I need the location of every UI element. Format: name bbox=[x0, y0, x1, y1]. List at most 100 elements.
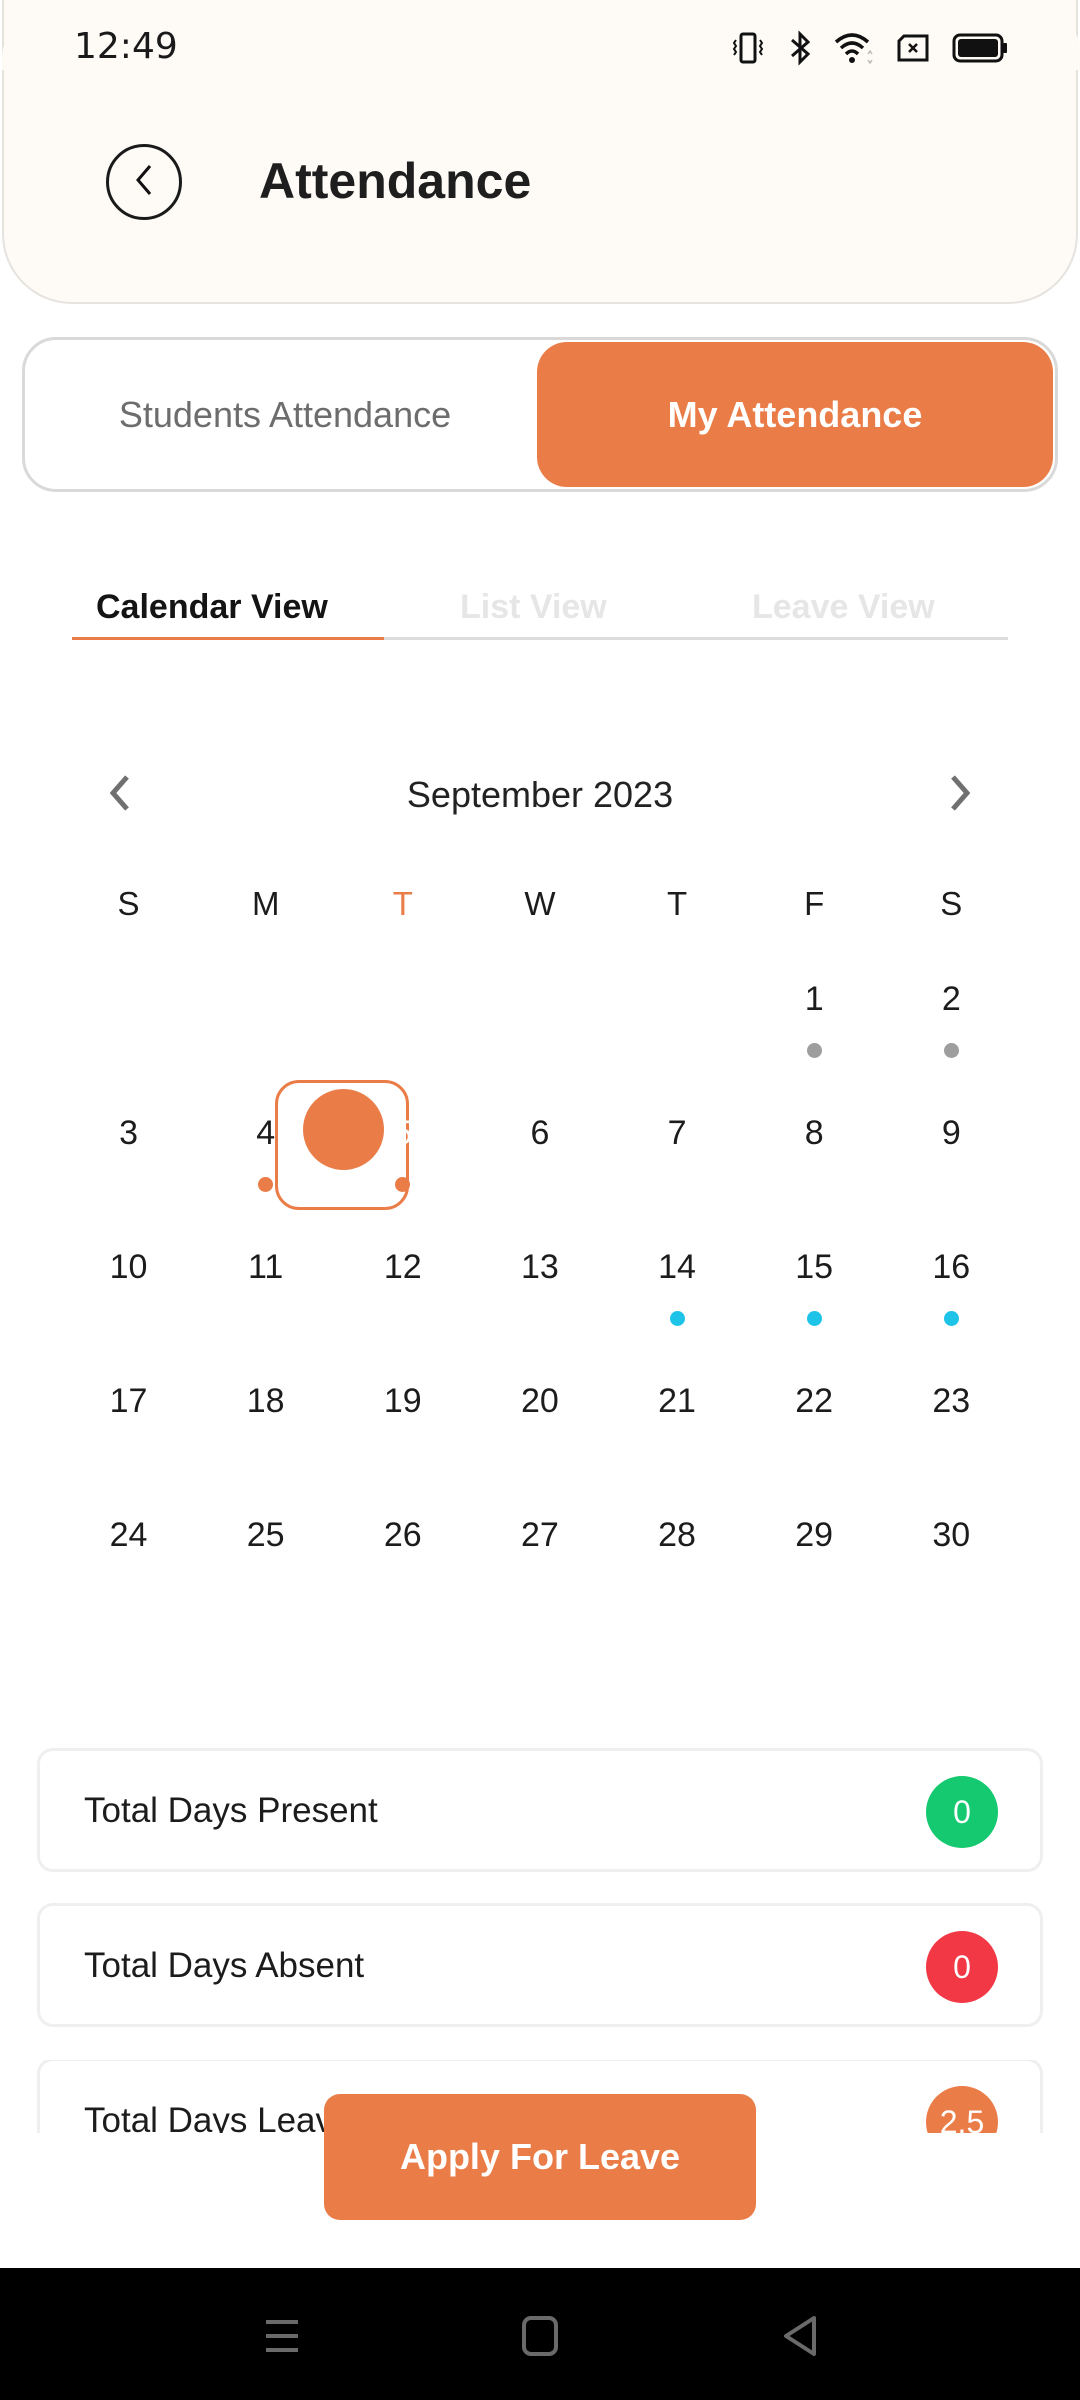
calendar-day[interactable]: 16 bbox=[883, 1228, 1020, 1362]
weekday-label: F bbox=[804, 885, 825, 922]
tab-leave-view[interactable]: Leave View bbox=[752, 588, 935, 627]
view-tabs: Calendar View List View Leave View bbox=[72, 580, 1008, 640]
calendar-day[interactable]: 14 bbox=[609, 1228, 746, 1362]
attendance-status-dot bbox=[806, 1311, 822, 1326]
back-button[interactable] bbox=[106, 144, 182, 220]
month-label: September 2023 bbox=[406, 774, 674, 815]
day-number: 4 bbox=[256, 1114, 276, 1152]
calendar-day[interactable]: 6 bbox=[471, 1094, 608, 1228]
attendance-status-dot bbox=[395, 1177, 411, 1192]
calendar-day[interactable]: 3 bbox=[60, 1094, 197, 1228]
status-time: 12:49 bbox=[74, 26, 178, 67]
calendar-day[interactable]: 30 bbox=[883, 1496, 1020, 1630]
attendance-type-toggle: Students Attendance My Attendance bbox=[22, 337, 1058, 492]
calendar-week-row: 24 25 26 27 28 29 30 bbox=[60, 1496, 1020, 1630]
home-icon bbox=[520, 2314, 560, 2363]
calendar-day[interactable]: 10 bbox=[60, 1228, 197, 1362]
system-nav-bar bbox=[0, 2268, 1080, 2400]
students-attendance-tab[interactable]: Students Attendance bbox=[25, 340, 545, 489]
stat-card-present: Total Days Present 0 bbox=[37, 1748, 1043, 1872]
calendar-day[interactable]: 11 bbox=[197, 1228, 334, 1362]
day-number: 18 bbox=[246, 1382, 285, 1420]
weekday-header: SMTWTFS bbox=[60, 885, 1020, 923]
day-number: 22 bbox=[795, 1382, 834, 1420]
apply-for-leave-button[interactable]: Apply For Leave bbox=[324, 2094, 756, 2220]
weekday-label: T bbox=[666, 885, 688, 922]
calendar-day[interactable]: 26 bbox=[334, 1496, 471, 1630]
calendar-day[interactable]: 7 bbox=[609, 1094, 746, 1228]
leave-count-badge: 2.5 bbox=[926, 2086, 998, 2133]
vibrate-icon bbox=[730, 30, 766, 66]
calendar-day[interactable]: 17 bbox=[60, 1362, 197, 1496]
next-month-button[interactable] bbox=[935, 770, 985, 820]
day-number: 20 bbox=[521, 1382, 559, 1420]
calendar-week-row: 10 11 12 13 14 15 16 bbox=[60, 1228, 1020, 1362]
day-number: 15 bbox=[795, 1248, 834, 1286]
day-number: 27 bbox=[521, 1516, 559, 1554]
calendar-day-selected[interactable]: 5 bbox=[334, 1094, 471, 1228]
calendar-day[interactable]: 1 bbox=[746, 960, 883, 1094]
day-number: 13 bbox=[521, 1248, 559, 1286]
calendar-day[interactable]: 18 bbox=[197, 1362, 334, 1496]
day-number: 7 bbox=[667, 1114, 687, 1152]
calendar-day[interactable]: 13 bbox=[471, 1228, 608, 1362]
empty-day-cell bbox=[609, 960, 746, 1094]
calendar-day[interactable]: 22 bbox=[746, 1362, 883, 1496]
empty-day-cell bbox=[471, 960, 608, 1094]
day-number: 1 bbox=[804, 980, 824, 1018]
day-number: 30 bbox=[932, 1516, 971, 1554]
calendar-day[interactable]: 19 bbox=[334, 1362, 471, 1496]
stat-label: Total Days Present bbox=[84, 1791, 378, 1830]
calendar-day[interactable]: 9 bbox=[883, 1094, 1020, 1228]
day-number: 23 bbox=[932, 1382, 971, 1420]
tab-list-view[interactable]: List View bbox=[460, 588, 607, 627]
empty-day-cell bbox=[197, 960, 334, 1094]
calendar-day[interactable]: 28 bbox=[609, 1496, 746, 1630]
attendance-status-dot bbox=[669, 1311, 685, 1326]
calendar-day[interactable]: 8 bbox=[746, 1094, 883, 1228]
chevron-right-icon bbox=[945, 771, 975, 820]
empty-day-cell bbox=[334, 960, 471, 1094]
day-number: 5 bbox=[393, 1114, 413, 1152]
day-number: 29 bbox=[795, 1516, 834, 1554]
attendance-status-dot bbox=[943, 1311, 959, 1326]
calendar-day[interactable]: 2 bbox=[883, 960, 1020, 1094]
calendar-day[interactable]: 12 bbox=[334, 1228, 471, 1362]
system-back-button[interactable] bbox=[770, 2308, 830, 2368]
calendar-day[interactable]: 15 bbox=[746, 1228, 883, 1362]
bluetooth-icon bbox=[788, 30, 812, 66]
calendar-grid: 1 2 3 4 5 6 7 8 9 10 11 12 13 14 15 16 17 18 19 20 21 22 23 24 2… bbox=[60, 960, 1020, 1630]
attendance-status-dot bbox=[258, 1177, 274, 1192]
present-count-badge: 0 bbox=[926, 1776, 998, 1848]
absent-count-badge: 0 bbox=[926, 1931, 998, 2003]
day-number: 11 bbox=[248, 1248, 284, 1286]
recents-button[interactable] bbox=[252, 2308, 312, 2368]
calendar-header: September 2023 bbox=[60, 760, 1020, 830]
home-button[interactable] bbox=[510, 2308, 570, 2368]
weekday-label: S bbox=[117, 885, 140, 922]
day-number: 17 bbox=[109, 1382, 148, 1420]
attendance-status-dot bbox=[943, 1043, 959, 1058]
day-number: 14 bbox=[658, 1248, 696, 1286]
wifi-icon bbox=[834, 30, 874, 66]
day-number: 28 bbox=[658, 1516, 696, 1554]
tab-calendar-view[interactable]: Calendar View bbox=[96, 588, 328, 627]
calendar-day[interactable]: 20 bbox=[471, 1362, 608, 1496]
day-number: 10 bbox=[109, 1248, 148, 1286]
calendar-day[interactable]: 24 bbox=[60, 1496, 197, 1630]
day-number: 2 bbox=[941, 980, 961, 1018]
calendar-day[interactable]: 29 bbox=[746, 1496, 883, 1630]
calendar-day[interactable]: 25 bbox=[197, 1496, 334, 1630]
calendar-day[interactable]: 21 bbox=[609, 1362, 746, 1496]
calendar-day[interactable]: 23 bbox=[883, 1362, 1020, 1496]
no-sim-icon bbox=[896, 33, 930, 63]
day-number: 16 bbox=[932, 1248, 971, 1286]
stat-label: Total Days Leave bbox=[84, 2101, 353, 2133]
day-number: 12 bbox=[383, 1248, 422, 1286]
calendar-day[interactable]: 27 bbox=[471, 1496, 608, 1630]
my-attendance-tab[interactable]: My Attendance bbox=[537, 342, 1053, 487]
calendar-week-row: 3 4 5 6 7 8 9 bbox=[60, 1094, 1020, 1228]
chevron-left-icon bbox=[130, 162, 158, 203]
calendar-day[interactable]: 4 bbox=[197, 1094, 334, 1228]
stat-label: Total Days Absent bbox=[84, 1946, 365, 1985]
